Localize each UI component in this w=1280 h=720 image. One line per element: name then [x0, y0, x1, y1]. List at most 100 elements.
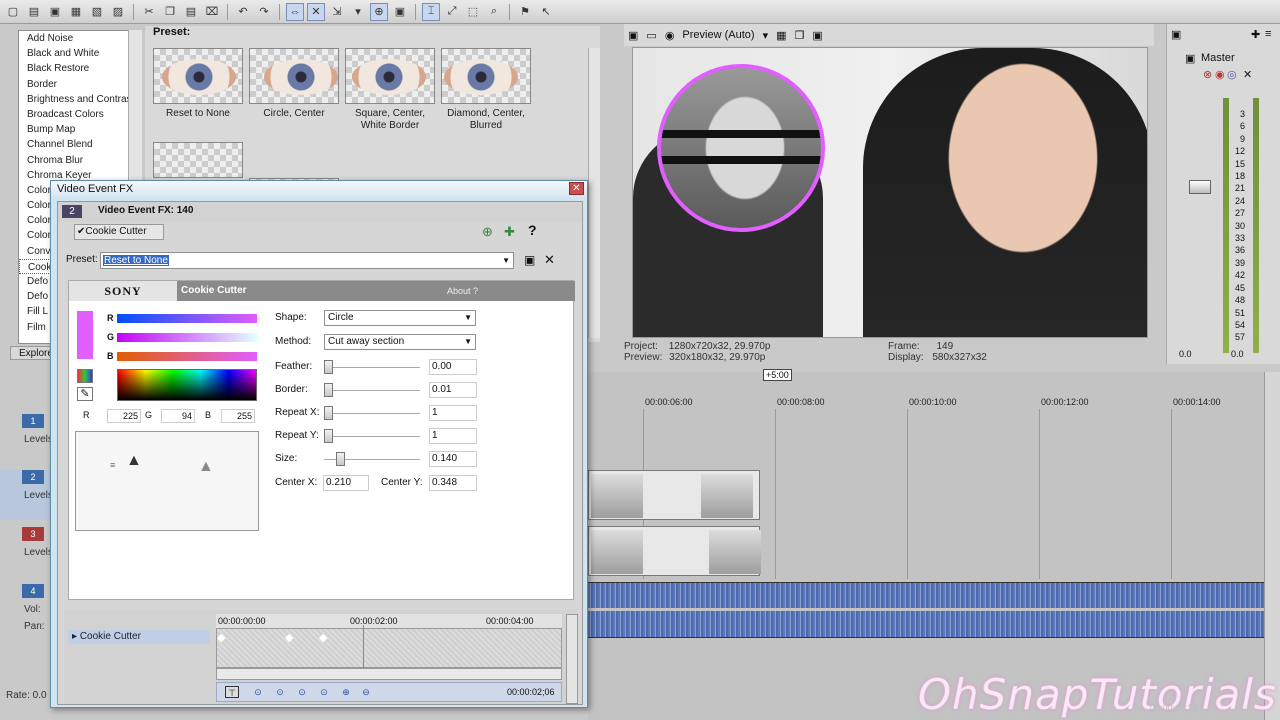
feather-slider[interactable] [324, 360, 420, 374]
new-file-icon[interactable]: ▢ [4, 3, 22, 21]
size-slider[interactable] [324, 452, 420, 466]
red-slider[interactable] [117, 314, 257, 323]
list-item[interactable]: Black Restore [19, 61, 141, 76]
menu-icon[interactable]: ≡ [1265, 28, 1271, 40]
dialog-title[interactable]: Video Event FX [51, 181, 587, 197]
eyedropper-icon[interactable]: ✎ [77, 387, 93, 401]
feather-value[interactable]: 0.00 [429, 359, 477, 375]
presets-scrollbar[interactable] [588, 48, 600, 338]
preset-square-center-white-border[interactable]: Square, Center, White Border [345, 48, 435, 136]
ripple-dropdown-icon[interactable]: ▾ [349, 3, 367, 21]
playhead[interactable] [363, 625, 364, 669]
keyframe-track-label[interactable]: ▸ Cookie Cutter [68, 630, 210, 644]
close-button[interactable]: ✕ [569, 182, 584, 195]
chevron-down-icon[interactable]: ▾ [763, 29, 769, 42]
repeat-x-value[interactable]: 1 [429, 405, 477, 421]
last-keyframe-icon[interactable]: ⊙ [317, 686, 331, 698]
external-monitor-icon[interactable]: ▭ [646, 29, 656, 42]
open-folder-icon[interactable]: ▤ [25, 3, 43, 21]
lock-envelopes-icon[interactable]: ⊕ [370, 2, 388, 21]
delete-preset-icon[interactable]: ✕ [544, 252, 555, 268]
previous-keyframe-icon[interactable]: ⊙ [273, 686, 287, 698]
envelope-tool-icon[interactable]: ⤢ [443, 3, 461, 21]
mono-icon[interactable]: ◎ [1227, 68, 1237, 81]
fx-icon[interactable]: ✚ [1251, 28, 1260, 41]
help-icon[interactable]: ? [528, 222, 537, 238]
redo-icon[interactable]: ↷ [255, 3, 273, 21]
help-icon[interactable]: ⚑ [516, 3, 534, 21]
track-header-1[interactable]: 1 Levels [0, 414, 53, 464]
add-plugin-icon[interactable]: ⊕ [482, 224, 493, 240]
track-header-4[interactable]: 4 Vol: Pan: [0, 584, 50, 640]
master-fader[interactable] [1189, 180, 1211, 194]
about-button[interactable]: About ? [447, 281, 478, 301]
mask-preview-area[interactable]: ≡ ▲ ▲ [75, 431, 259, 531]
render-icon[interactable]: ▧ [88, 3, 106, 21]
list-item[interactable]: Chroma Blur [19, 153, 141, 168]
list-item[interactable]: Brightness and Contrast [19, 92, 141, 107]
save-preset-icon[interactable]: ▣ [524, 253, 535, 267]
preview-fx-icon[interactable]: ◉ [665, 29, 675, 42]
video-clip-track-1[interactable] [588, 470, 760, 520]
plugin-chain-tab[interactable]: ✔Cookie Cutter [74, 224, 164, 240]
blue-slider[interactable] [117, 352, 257, 361]
timeline-ruler[interactable]: 00:00:06:00 00:00:08:00 00:00:10:00 00:0… [588, 395, 1264, 409]
save-snapshot-icon[interactable]: ▣ [812, 29, 822, 42]
slider-knob[interactable] [324, 383, 333, 397]
color-swatch[interactable] [77, 311, 93, 359]
remove-plugin-icon[interactable]: ✚ [504, 224, 515, 240]
preset-reset-to-none[interactable]: Reset to None [153, 48, 243, 136]
properties-icon[interactable]: ▨ [109, 3, 127, 21]
mute-icon[interactable]: ⊗ [1203, 68, 1212, 81]
record-icon[interactable]: ◉ [1215, 68, 1225, 81]
save-icon[interactable]: ▣ [46, 3, 64, 21]
border-value[interactable]: 0.01 [429, 382, 477, 398]
list-item[interactable]: Broadcast Colors [19, 107, 141, 122]
properties-icon[interactable]: ▣ [628, 29, 638, 42]
preset-diamond-center-blurred[interactable]: Diamond, Center, Blurred [441, 48, 531, 136]
color-picker-mode-icon[interactable] [77, 369, 93, 383]
first-keyframe-icon[interactable]: ⊙ [251, 686, 265, 698]
video-clip-track-2[interactable] [588, 526, 761, 576]
color-spectrum[interactable] [117, 369, 257, 401]
whats-this-icon[interactable]: ↖ [537, 3, 555, 21]
save-as-icon[interactable]: ▦ [67, 3, 85, 21]
method-dropdown[interactable]: Cut away section ▼ [324, 334, 476, 350]
green-slider[interactable] [117, 333, 257, 342]
delete-keyframe-icon[interactable]: ⊖ [359, 686, 373, 698]
preset-dropdown[interactable]: Reset to None ▼ [100, 252, 514, 269]
next-keyframe-icon[interactable]: ⊙ [295, 686, 309, 698]
snapping-icon[interactable]: ⇔ [286, 2, 304, 21]
copy-icon[interactable]: ❐ [161, 3, 179, 21]
list-item[interactable]: Channel Blend [19, 137, 141, 152]
keyframe-ruler[interactable]: 00:00:00:00 00:00:02:00 00:00:04:00 [216, 614, 562, 628]
keyframe-scrollbar[interactable] [216, 668, 562, 680]
keyframe-track[interactable]: ◆ ◆ ◆ [216, 625, 562, 669]
center-y-value[interactable]: 0.348 [429, 475, 477, 491]
preview-quality-dropdown[interactable]: Preview (Auto) [682, 29, 754, 41]
properties-icon[interactable]: ▣ [1171, 28, 1181, 41]
size-value[interactable]: 0.140 [429, 451, 477, 467]
center-x-value[interactable]: 0.210 [323, 475, 369, 491]
auto-crossfade-icon[interactable]: ✕ [307, 2, 325, 21]
keyframe-marker-icon[interactable]: ◆ [217, 631, 225, 644]
ignore-grouping-icon[interactable]: ▣ [391, 3, 409, 21]
undo-icon[interactable]: ↶ [234, 3, 252, 21]
preset-circle-center[interactable]: Circle, Center [249, 48, 339, 136]
normal-edit-tool-icon[interactable]: ⌶ [422, 2, 440, 21]
list-item[interactable]: Border [19, 77, 141, 92]
repeat-y-value[interactable]: 1 [429, 428, 477, 444]
border-slider[interactable] [324, 383, 420, 397]
paste-icon[interactable]: ▤ [182, 3, 200, 21]
blue-value[interactable]: 255 [221, 409, 255, 423]
trim-icon[interactable]: ⌧ [203, 3, 221, 21]
preset-thumbnail[interactable] [153, 142, 243, 178]
list-item[interactable]: Black and White [19, 46, 141, 61]
selection-tool-icon[interactable]: ⬚ [464, 3, 482, 21]
chevron-down-icon[interactable]: ▼ [502, 253, 510, 268]
overlays-icon[interactable]: ▦ [776, 29, 786, 42]
expand-icon[interactable]: ▸ [72, 631, 77, 642]
sync-cursor-icon[interactable]: ⊤ [225, 686, 239, 698]
timeline-vertical-scrollbar[interactable] [1264, 372, 1280, 720]
copy-snapshot-icon[interactable]: ❐ [795, 29, 805, 42]
